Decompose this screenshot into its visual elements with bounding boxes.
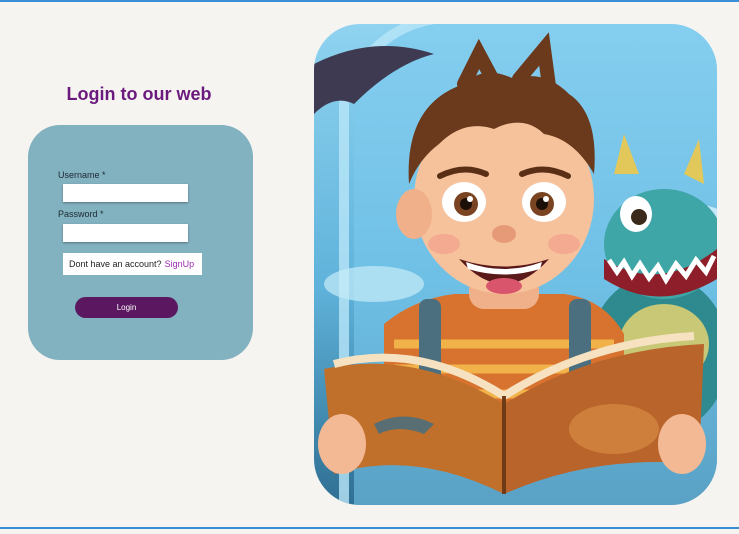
signup-prompt-text: Dont have an account? xyxy=(69,259,162,269)
signup-link[interactable]: SignUp xyxy=(165,259,195,269)
illustration-boy-reading-with-dragon-icon xyxy=(314,24,717,505)
top-border-line xyxy=(0,0,739,2)
hero-illustration xyxy=(314,24,717,505)
username-label: Username * xyxy=(58,170,106,180)
password-label: Password * xyxy=(58,209,104,219)
signup-prompt-box: Dont have an account? SignUp xyxy=(63,253,202,275)
login-button[interactable]: Login xyxy=(75,297,178,318)
password-input[interactable] xyxy=(63,224,188,242)
page-title: Login to our web xyxy=(66,84,212,104)
username-input[interactable] xyxy=(63,184,188,202)
bottom-border-line xyxy=(0,527,739,529)
login-card: Username * Password * Dont have an accou… xyxy=(28,125,253,360)
